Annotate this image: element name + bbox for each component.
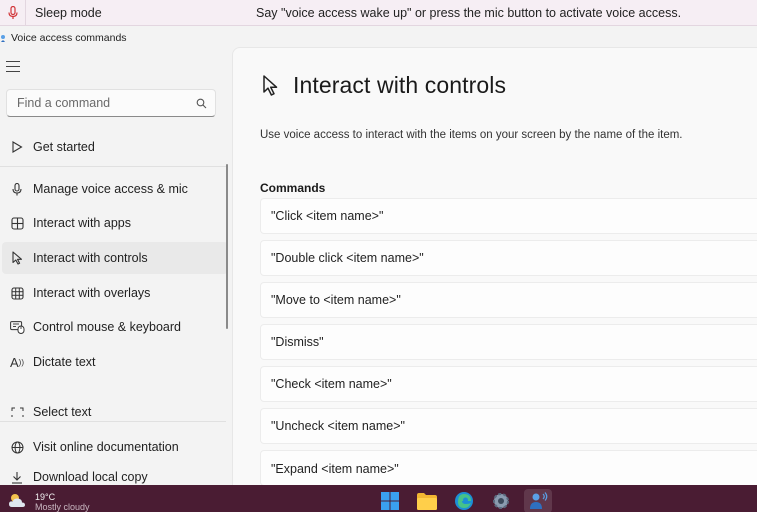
taskbar: 19°C Mostly cloudy — [0, 485, 757, 512]
main-content: Interact with controls Use voice access … — [232, 47, 757, 485]
command-item: "Click <item name>" — [260, 198, 757, 234]
windows-start-icon[interactable] — [376, 489, 404, 512]
taskbar-pinned-apps — [376, 489, 552, 512]
command-item: "Check <item name>" — [260, 366, 757, 402]
cloudy-weather-icon — [9, 493, 25, 507]
cursor-icon — [8, 250, 26, 266]
command-item: "Double click <item name>" — [260, 240, 757, 276]
search-input[interactable] — [17, 96, 196, 110]
sidebar-item-label: Select text — [33, 405, 92, 417]
sidebar-item-label: Get started — [33, 140, 95, 154]
mouse-keyboard-icon — [8, 319, 26, 335]
page-description: Use voice access to interact with the it… — [260, 129, 683, 141]
microphone-icon — [8, 181, 26, 197]
page-header: Interact with controls — [261, 72, 506, 99]
weather-widget[interactable]: 19°C Mostly cloudy — [7, 492, 90, 512]
command-search — [6, 89, 216, 117]
sidebar-item-label: Interact with apps — [33, 216, 131, 230]
sidebar-item-interact-with-overlays[interactable]: Interact with overlays — [2, 277, 228, 309]
search-icon[interactable] — [196, 98, 207, 109]
sidebar-item-label: Manage voice access & mic — [33, 182, 188, 196]
microphone-icon — [7, 5, 18, 19]
weather-temperature: 19°C — [35, 491, 56, 502]
file-explorer-icon[interactable] — [413, 489, 441, 512]
cursor-icon — [263, 74, 278, 96]
sidebar-item-label: Dictate text — [33, 355, 96, 369]
globe-icon — [8, 439, 26, 455]
sidebar-divider — [0, 166, 226, 167]
play-outline-icon — [8, 139, 26, 155]
sidebar-item-label: Control mouse & keyboard — [33, 320, 181, 334]
voice-access-app-icon — [1, 35, 5, 42]
sidebar-item-online-documentation[interactable]: Visit online documentation — [2, 431, 228, 463]
sidebar-item-dictate-text[interactable]: A)) Dictate text — [2, 346, 228, 378]
window-titlebar: Voice access commands — [0, 27, 757, 49]
sidebar-item-label: Visit online documentation — [33, 440, 179, 454]
voice-access-commands-window: Voice access commands Get started Manage… — [0, 27, 757, 485]
sidebar-item-select-text[interactable]: Select text — [2, 403, 228, 417]
sidebar-item-label: Download local copy — [33, 470, 148, 484]
sidebar-divider — [0, 421, 226, 422]
sidebar-item-get-started[interactable]: Get started — [2, 131, 228, 163]
command-item: "Move to <item name>" — [260, 282, 757, 318]
download-icon — [8, 469, 26, 485]
grid-icon — [8, 285, 26, 301]
sidebar-item-label: Interact with controls — [33, 251, 148, 265]
weather-condition: Mostly cloudy — [35, 501, 90, 512]
window-title: Voice access commands — [11, 32, 127, 44]
select-text-icon — [8, 405, 26, 417]
voice-access-bar: Sleep mode Say "voice access wake up" or… — [0, 0, 757, 26]
command-item: "Expand <item name>" — [260, 450, 757, 485]
sidebar-scrollbar[interactable] — [226, 164, 228, 329]
sidebar-item-interact-with-controls[interactable]: Interact with controls — [2, 242, 228, 274]
commands-section-label: Commands — [260, 181, 326, 195]
menu-hamburger-icon[interactable] — [6, 61, 20, 73]
voice-hint-text: Say "voice access wake up" or press the … — [256, 5, 682, 20]
voice-access-icon[interactable] — [524, 489, 552, 512]
page-title: Interact with controls — [293, 72, 507, 98]
sidebar-item-control-mouse-keyboard[interactable]: Control mouse & keyboard — [2, 311, 228, 343]
apps-icon — [8, 215, 26, 231]
microphone-button[interactable] — [0, 0, 26, 26]
dictate-icon: A)) — [10, 354, 24, 370]
command-item: "Uncheck <item name>" — [260, 408, 757, 444]
sidebar: Get started Manage voice access & mic In… — [0, 49, 232, 485]
sidebar-item-interact-with-apps[interactable]: Interact with apps — [2, 207, 228, 239]
sidebar-item-label: Interact with overlays — [33, 286, 151, 300]
voice-mode-status: Sleep mode — [35, 5, 102, 20]
command-item: "Dismiss" — [260, 324, 757, 360]
sidebar-item-manage-voice-access[interactable]: Manage voice access & mic — [2, 173, 228, 205]
edge-icon[interactable] — [450, 489, 478, 512]
settings-icon[interactable] — [487, 489, 515, 512]
